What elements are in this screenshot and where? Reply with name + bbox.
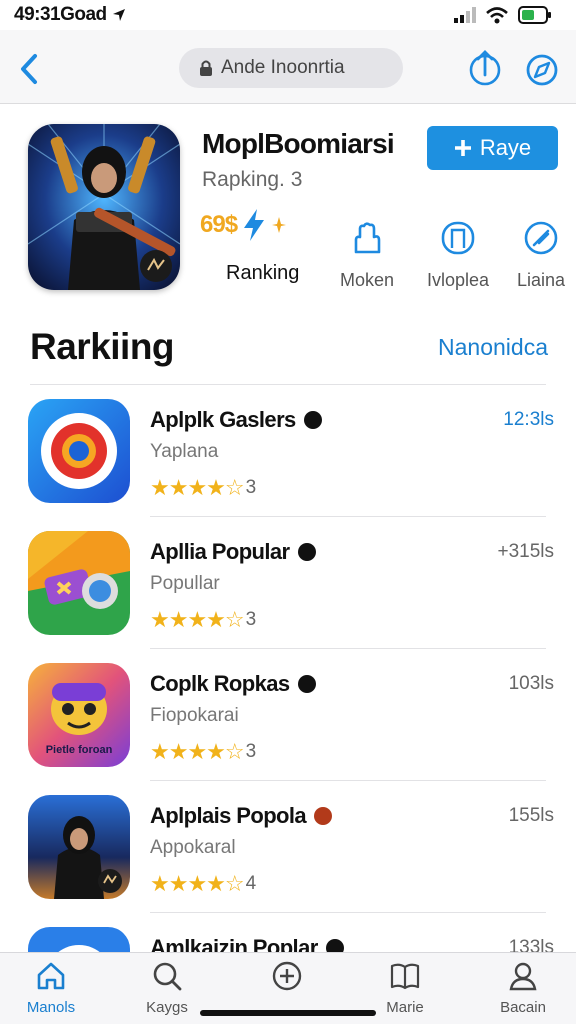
featured-rating: 69$ xyxy=(200,208,287,242)
status-dot xyxy=(303,411,322,429)
stars: ★★★★☆ xyxy=(150,475,245,500)
app-icon: Pietle foroan xyxy=(28,663,130,767)
app-size: 155ls xyxy=(508,805,554,826)
app-name: Aplplais Popola xyxy=(150,803,333,829)
tab-label: Bacain xyxy=(500,999,546,1016)
app-icon xyxy=(28,531,130,635)
app-name-text: Aplplais Popola xyxy=(150,803,307,828)
status-icons xyxy=(454,6,552,24)
rating-count: 3 xyxy=(245,741,257,762)
tab-label: Manols xyxy=(26,999,76,1016)
featured-app-icon[interactable] xyxy=(28,124,180,290)
star-rating: ★★★★☆ 3 xyxy=(150,739,256,765)
back-button[interactable] xyxy=(14,52,44,86)
metric-label: Moken xyxy=(339,270,395,290)
app-subtitle: Fiopokarai xyxy=(150,705,239,726)
featured-rating-label: Ranking xyxy=(226,262,300,284)
location-arrow-icon xyxy=(112,9,125,21)
featured-app-artwork xyxy=(28,124,180,290)
compass-icon xyxy=(521,218,561,258)
list-item[interactable]: Aplplk Gaslers Yaplana ★★★★☆ 3 12:3ls xyxy=(0,385,576,517)
tab-label: Kaygs xyxy=(146,999,188,1016)
stars: ★★★★☆ xyxy=(150,607,245,632)
list-item[interactable]: Aplplais Popola Appokaral ★★★★☆ 4 155ls xyxy=(0,781,576,913)
stars: ★★★★☆ xyxy=(150,739,245,764)
status-bar: 49:31Goad xyxy=(0,0,576,30)
metric-label: Ivloplea xyxy=(426,270,490,290)
rating-count: 4 xyxy=(245,873,257,894)
get-button[interactable]: Raye xyxy=(427,126,558,170)
app-size: 12:3ls xyxy=(503,409,554,430)
app-name: Coplk Ropkas xyxy=(150,671,316,697)
sparkle-icon xyxy=(272,217,287,233)
share-icon xyxy=(469,50,501,86)
stars: ★★★★☆ xyxy=(150,871,245,896)
tab-label: Marie xyxy=(386,999,424,1016)
app-name-text: Coplk Ropkas xyxy=(150,671,290,696)
app-subtitle: Appokaral xyxy=(150,837,236,858)
app-list: Aplplk Gaslers Yaplana ★★★★☆ 3 12:3ls Apl… xyxy=(0,385,576,1024)
hand-icon xyxy=(347,218,387,258)
see-all-link[interactable]: Nanonidca xyxy=(438,334,548,361)
tab-search[interactable]: Kaygs xyxy=(122,959,212,1016)
status-time: 49:31Goad xyxy=(14,4,107,25)
app-name: Aplplk Gaslers xyxy=(150,407,322,433)
section-title: Rarkiing xyxy=(30,326,175,367)
get-button-label: Raye xyxy=(479,135,532,160)
address-bar[interactable]: Ande Inoonrtia xyxy=(179,48,403,88)
app-subtitle: Yaplana xyxy=(150,441,219,462)
bookmark-icon xyxy=(438,218,478,258)
app-name-text: Apllia Popular xyxy=(150,539,290,564)
plus-circle-icon xyxy=(270,959,304,993)
home-indicator[interactable] xyxy=(200,1010,376,1016)
app-size: +315ls xyxy=(497,541,554,562)
app-name-text: Aplplk Gaslers xyxy=(150,407,296,432)
signal-icon xyxy=(454,7,476,23)
lock-icon xyxy=(200,60,212,76)
app-size: 103ls xyxy=(508,673,554,694)
tab-profile[interactable]: Bacain xyxy=(478,959,568,1016)
list-item[interactable]: Apllia Popular Popullar ★★★★☆ 3 +315ls xyxy=(0,517,576,649)
share-button[interactable] xyxy=(466,48,504,88)
featured-rating-value: 69$ xyxy=(200,211,238,238)
app-icon xyxy=(28,795,130,899)
app-icon-text: Pietle foroan xyxy=(46,744,113,756)
status-dot xyxy=(297,675,316,693)
tab-library[interactable]: Marie xyxy=(360,959,450,1016)
rating-count: 3 xyxy=(245,477,257,498)
featured-app-title: MoplBoomiarsi xyxy=(202,128,395,159)
metric-label: Liaina xyxy=(516,270,566,290)
metric-liaina[interactable]: Liaina xyxy=(496,218,576,291)
featured-app-subtitle: Rapking. 3 xyxy=(202,168,303,191)
rating-count: 3 xyxy=(245,609,257,630)
status-time-group: 49:31Goad xyxy=(14,4,127,26)
metric-moken[interactable]: Moken xyxy=(322,218,412,291)
nav-bar: Ande Inoonrtia xyxy=(0,30,576,104)
search-icon xyxy=(150,959,184,993)
app-name: Apllia Popular xyxy=(150,539,316,565)
app-icon xyxy=(28,399,130,503)
tab-home[interactable]: Manols xyxy=(6,959,96,1016)
lightning-icon xyxy=(244,209,265,241)
star-rating: ★★★★☆ 3 xyxy=(150,607,256,633)
app-subtitle: Popullar xyxy=(150,573,220,594)
status-dot xyxy=(314,807,333,825)
chevron-left-icon xyxy=(21,54,37,84)
status-dot xyxy=(297,543,316,561)
compass-button[interactable] xyxy=(522,50,562,90)
tab-add[interactable] xyxy=(242,959,332,993)
book-icon xyxy=(388,959,422,993)
address-text: Ande Inoonrtia xyxy=(221,57,345,78)
plus-icon xyxy=(454,140,471,156)
wifi-icon xyxy=(486,6,508,23)
star-rating: ★★★★☆ 3 xyxy=(150,475,256,501)
star-rating: ★★★★☆ 4 xyxy=(150,871,256,897)
battery-icon xyxy=(518,6,551,24)
home-icon xyxy=(34,959,68,993)
person-icon xyxy=(506,959,540,993)
metric-ivloplea[interactable]: Ivloplea xyxy=(413,218,503,291)
list-item[interactable]: Pietle foroan Coplk Ropkas Fiopokarai ★★… xyxy=(0,649,576,781)
compass-icon xyxy=(526,54,558,86)
